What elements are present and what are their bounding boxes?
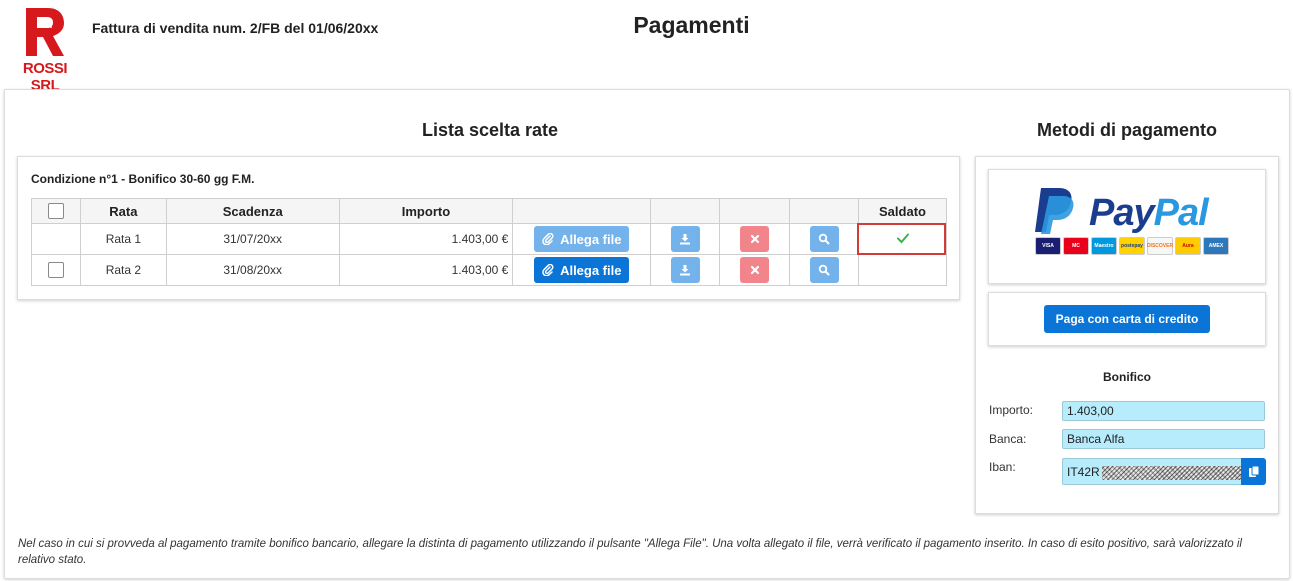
column-header-delete <box>719 198 791 224</box>
delete-button[interactable] <box>740 257 770 283</box>
paperclip-icon <box>542 233 554 245</box>
saldato-cell <box>857 223 947 255</box>
view-button[interactable] <box>809 226 839 252</box>
iban-redacted <box>1101 465 1241 480</box>
postepay-card-icon: postepay <box>1119 237 1145 255</box>
iban-field[interactable]: IT42R <box>1062 458 1242 485</box>
installments-card: Condizione n°1 - Bonifico 30-60 gg F.M. … <box>17 156 960 300</box>
allega-cell: Allega file <box>512 254 652 286</box>
view-cell <box>789 254 860 286</box>
paypal-logo-icon <box>1035 188 1074 234</box>
installments-table: Rata Scadenza Importo Saldato Rata 1 31/… <box>31 198 947 286</box>
aura-card-icon: Aura <box>1175 237 1201 255</box>
accepted-cards-strip: VISA MC Maestro postepay DISCOVER Aura A… <box>1035 237 1229 255</box>
saldato-cell <box>858 254 947 286</box>
download-cell <box>650 223 721 255</box>
payment-methods-title: Metodi di pagamento <box>1037 120 1217 140</box>
importo-cell: 1.403,00 € <box>338 254 514 286</box>
attach-file-label: Allega file <box>560 262 622 278</box>
banca-label: Banca: <box>989 432 1027 446</box>
download-icon <box>680 265 691 276</box>
paypal-option[interactable]: PayPal VISA MC Maestro postepay DISCOVER… <box>988 169 1266 284</box>
amex-card-icon: AMEX <box>1203 237 1229 255</box>
column-header-download <box>650 198 721 224</box>
column-header-saldato: Saldato <box>858 198 947 224</box>
close-icon <box>750 265 759 275</box>
column-header-rata: Rata <box>79 198 167 224</box>
row-checkbox[interactable] <box>47 262 64 278</box>
copy-iban-button[interactable] <box>1241 458 1266 485</box>
view-button[interactable] <box>809 257 839 283</box>
select-all-checkbox[interactable] <box>47 203 64 220</box>
delete-cell <box>719 254 791 286</box>
highlight-box <box>857 223 947 255</box>
column-header-importo: Importo <box>338 198 514 224</box>
download-cell <box>650 254 721 286</box>
download-icon <box>680 234 691 245</box>
close-icon <box>750 234 759 244</box>
page-title: Pagamenti <box>633 12 750 38</box>
download-button[interactable] <box>670 257 700 283</box>
rata-cell: Rata 2 <box>79 254 167 286</box>
bonifico-title: Bonifico <box>1103 370 1151 384</box>
column-header-view <box>789 198 860 224</box>
credit-card-option: Paga con carta di credito <box>988 292 1266 346</box>
visa-card-icon: VISA <box>1035 237 1061 255</box>
row-select-cell <box>31 223 81 255</box>
search-icon <box>818 233 830 245</box>
importo-cell: 1.403,00 € <box>338 223 514 255</box>
paypal-wordmark: PayPal <box>1089 192 1209 234</box>
footer-note: Nel caso in cui si provveda al pagamento… <box>18 538 1242 566</box>
paperclip-icon <box>542 264 554 276</box>
copy-icon <box>1248 465 1259 477</box>
discover-card-icon: DISCOVER <box>1147 237 1173 255</box>
mastercard-icon: MC <box>1063 237 1089 255</box>
banca-field[interactable]: Banca Alfa <box>1062 429 1265 449</box>
iban-label: Iban: <box>989 460 1016 474</box>
table-row: Rata 1 31/07/20xx 1.403,00 € Allega file <box>31 223 947 255</box>
iban-prefix: IT42R <box>1067 465 1100 479</box>
column-header-allega <box>512 198 652 224</box>
scadenza-cell: 31/07/20xx <box>165 223 340 255</box>
importo-field[interactable]: 1.403,00 <box>1062 401 1265 421</box>
scadenza-cell: 31/08/20xx <box>165 254 340 286</box>
attach-file-button[interactable]: Allega file <box>534 226 630 252</box>
payment-condition: Condizione n°1 - Bonifico 30-60 gg F.M. <box>31 172 255 186</box>
view-cell <box>789 223 860 255</box>
search-icon <box>818 264 830 276</box>
attach-file-label: Allega file <box>560 231 622 247</box>
importo-label: Importo: <box>989 403 1034 417</box>
table-header-row: Rata Scadenza Importo Saldato <box>31 198 947 224</box>
column-header-scadenza: Scadenza <box>165 198 340 224</box>
maestro-card-icon: Maestro <box>1091 237 1117 255</box>
select-all-cell <box>31 198 81 224</box>
allega-cell: Allega file <box>512 223 652 255</box>
delete-button[interactable] <box>740 226 770 252</box>
pay-credit-card-button[interactable]: Paga con carta di credito <box>1044 305 1210 333</box>
attach-file-button[interactable]: Allega file <box>534 257 630 283</box>
main-panel: Lista scelta rate Metodi di pagamento Co… <box>4 89 1290 579</box>
table-row: Rata 2 31/08/20xx 1.403,00 € Allega file <box>31 254 947 286</box>
row-select-cell <box>31 254 81 286</box>
rate-section-title: Lista scelta rate <box>421 120 559 140</box>
download-button[interactable] <box>670 226 700 252</box>
rata-cell: Rata 1 <box>79 223 167 255</box>
delete-cell <box>719 223 791 255</box>
